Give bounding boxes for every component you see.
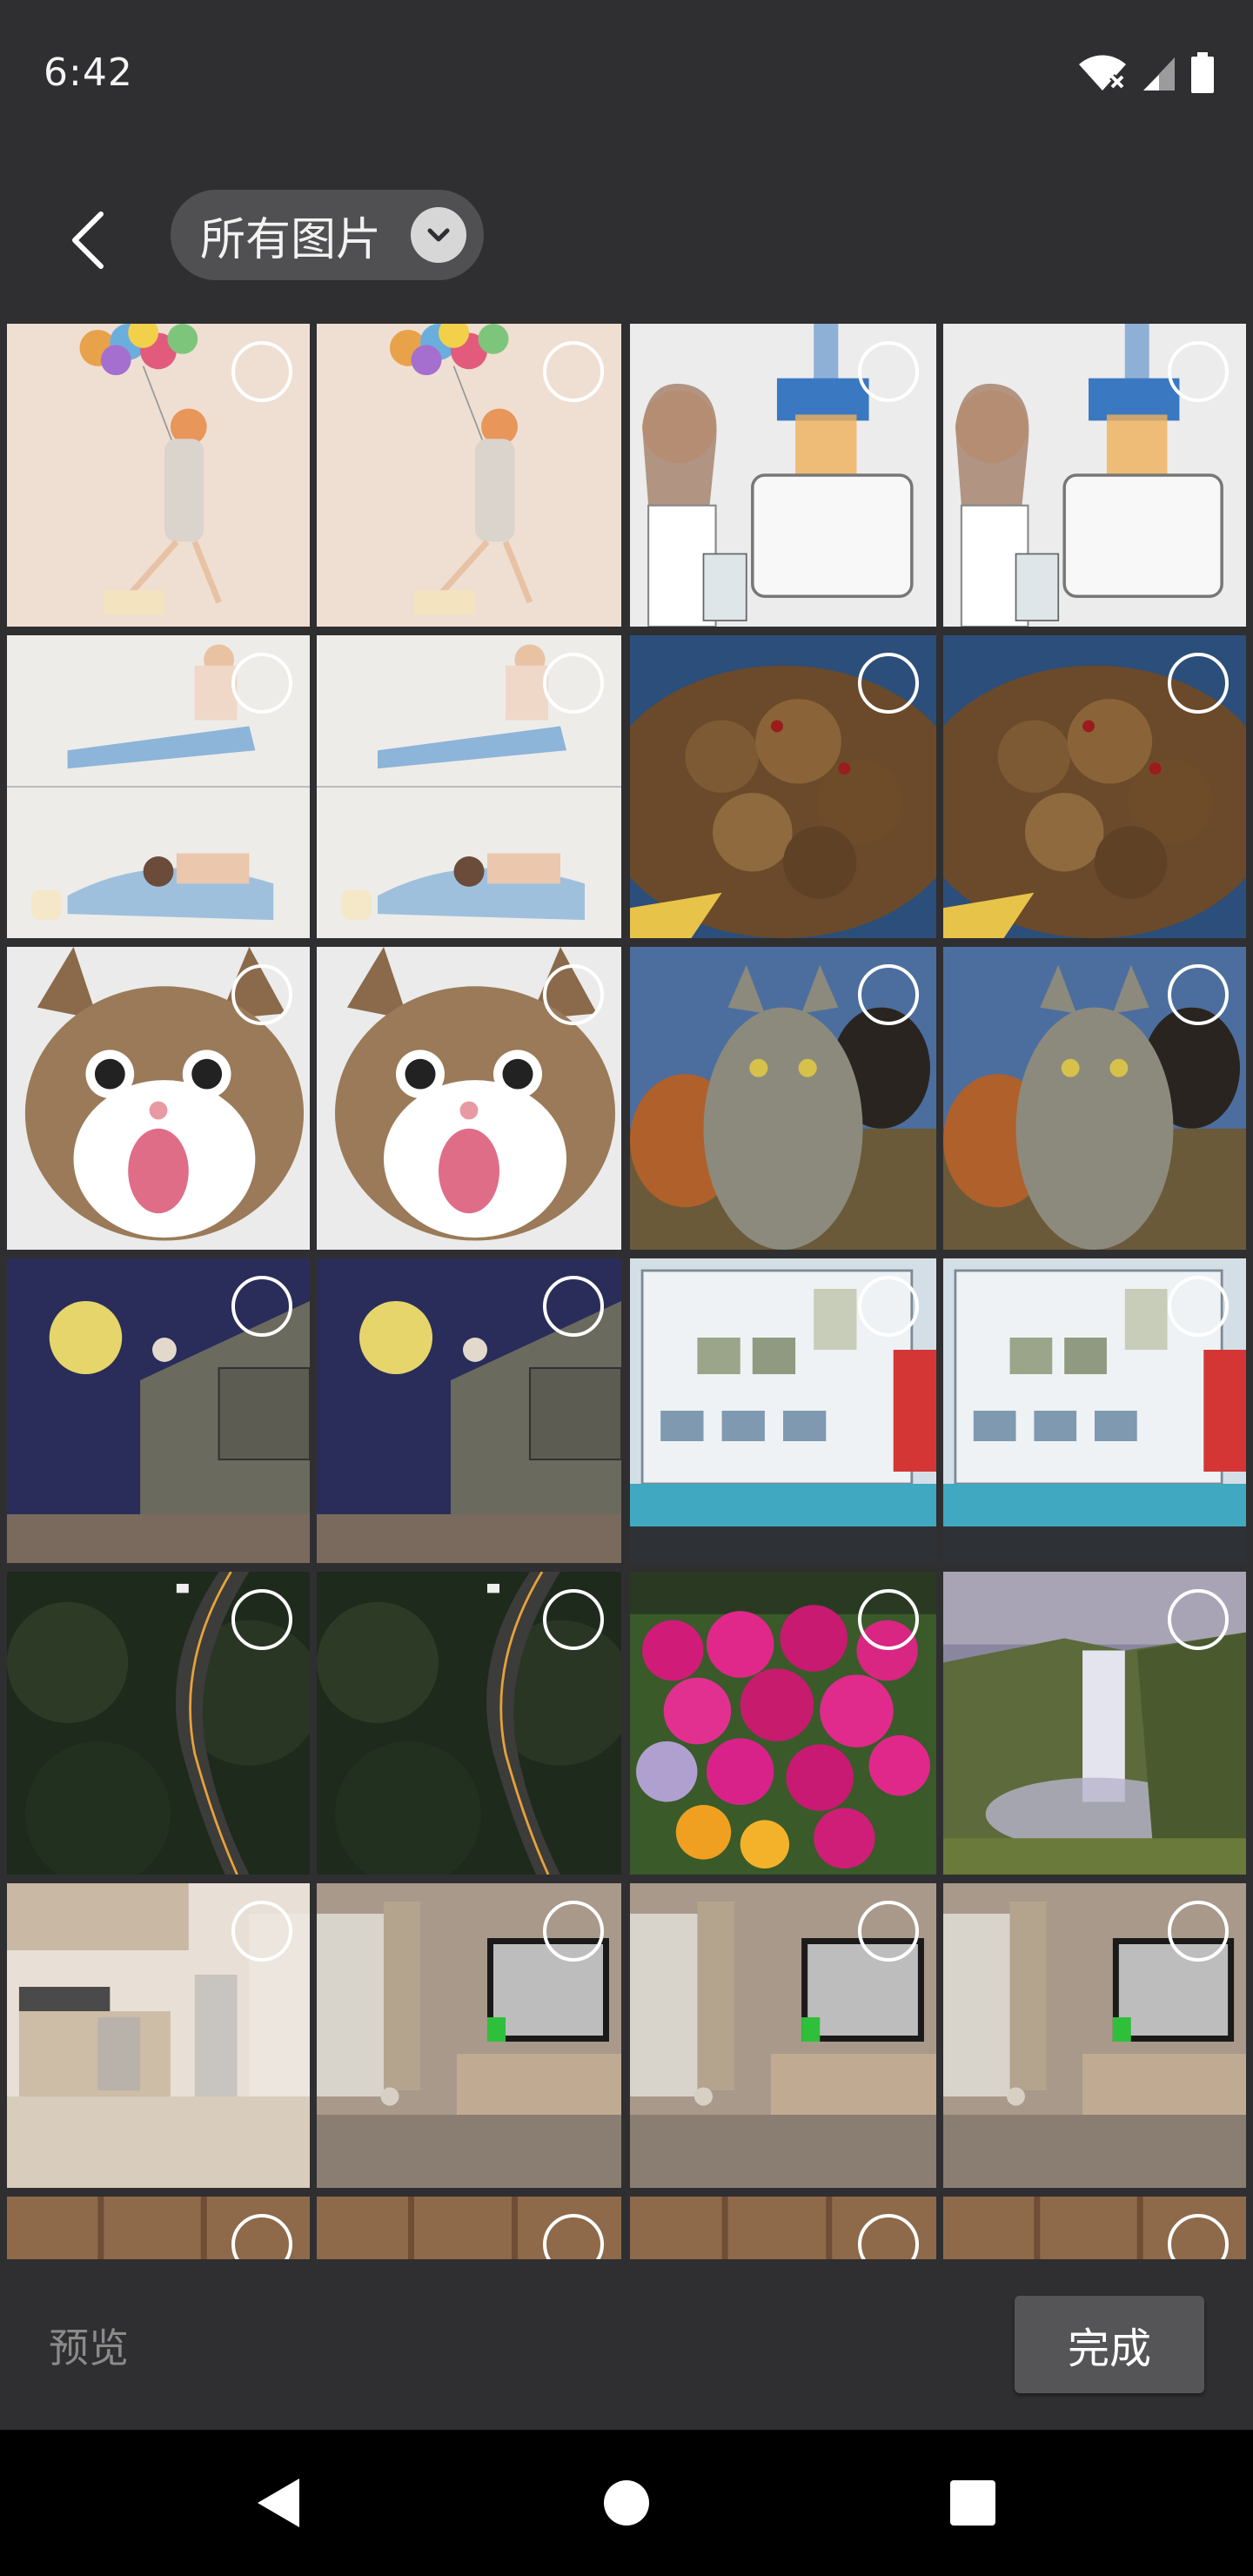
select-checkbox[interactable] — [1168, 1901, 1229, 1962]
photo-thumbnail[interactable] — [7, 324, 310, 627]
bottom-bar: 预览 完成 — [0, 2259, 1253, 2430]
preview-button[interactable]: 预览 — [49, 2317, 129, 2374]
photo-thumbnail[interactable] — [943, 635, 1246, 938]
select-checkbox[interactable] — [543, 341, 604, 402]
album-label: 所有图片 — [200, 213, 382, 266]
nav-recents-icon[interactable] — [936, 2466, 1009, 2539]
signal-icon — [1143, 57, 1175, 91]
select-checkbox[interactable] — [231, 341, 292, 402]
chevron-down-icon — [411, 207, 466, 263]
photo-thumbnail[interactable] — [7, 1258, 310, 1563]
select-checkbox[interactable] — [543, 653, 604, 714]
back-arrow-icon — [72, 211, 104, 269]
select-checkbox[interactable] — [231, 653, 292, 714]
select-checkbox[interactable] — [543, 1589, 604, 1650]
select-checkbox[interactable] — [858, 341, 919, 402]
photo-thumbnail[interactable] — [317, 635, 621, 938]
select-checkbox[interactable] — [1168, 1276, 1229, 1337]
photo-thumbnail[interactable] — [630, 635, 936, 938]
photo-thumbnail[interactable] — [317, 2197, 621, 2259]
photo-thumbnail[interactable] — [317, 1883, 621, 2188]
photo-thumbnail[interactable] — [317, 947, 621, 1250]
select-checkbox[interactable] — [858, 1589, 919, 1650]
select-checkbox[interactable] — [858, 964, 919, 1025]
photo-thumbnail[interactable] — [943, 324, 1246, 627]
photo-thumbnail[interactable] — [7, 1572, 310, 1875]
photo-thumbnail[interactable] — [943, 1883, 1246, 2188]
select-checkbox[interactable] — [1168, 1589, 1229, 1650]
photo-thumbnail[interactable] — [630, 324, 936, 627]
select-checkbox[interactable] — [1168, 341, 1229, 402]
photo-thumbnail[interactable] — [943, 1572, 1246, 1875]
photo-thumbnail[interactable] — [630, 1883, 936, 2188]
done-button[interactable]: 完成 — [1015, 2296, 1204, 2393]
photo-thumbnail[interactable] — [7, 2197, 310, 2259]
photo-thumbnail[interactable] — [630, 1258, 936, 1563]
nav-back-icon[interactable] — [242, 2466, 315, 2539]
top-bar: 所有图片 — [0, 153, 1253, 319]
photo-thumbnail[interactable] — [943, 1258, 1246, 1563]
photo-thumbnail[interactable] — [630, 1572, 936, 1875]
wifi-off-icon — [1079, 55, 1126, 91]
navigation-bar — [0, 2430, 1253, 2576]
status-time: 6:42 — [44, 50, 133, 95]
select-checkbox[interactable] — [1168, 964, 1229, 1025]
select-checkbox[interactable] — [543, 964, 604, 1025]
select-checkbox[interactable] — [231, 964, 292, 1025]
photo-thumbnail[interactable] — [317, 324, 621, 627]
select-checkbox[interactable] — [231, 1276, 292, 1337]
photo-thumbnail[interactable] — [317, 1258, 621, 1563]
nav-home-icon[interactable] — [590, 2466, 663, 2539]
photo-thumbnail[interactable] — [7, 947, 310, 1250]
select-checkbox[interactable] — [231, 1901, 292, 1962]
photo-thumbnail[interactable] — [630, 2197, 936, 2259]
select-checkbox[interactable] — [231, 1589, 292, 1650]
album-selector[interactable]: 所有图片 — [171, 190, 484, 280]
status-icons — [1077, 52, 1215, 94]
select-checkbox[interactable] — [858, 1276, 919, 1337]
select-checkbox[interactable] — [543, 1901, 604, 1962]
photo-thumbnail[interactable] — [7, 635, 310, 938]
photo-thumbnail[interactable] — [7, 1883, 310, 2188]
status-bar: 6:42 — [0, 0, 1253, 153]
select-checkbox[interactable] — [1168, 653, 1229, 714]
select-checkbox[interactable] — [858, 653, 919, 714]
battery-icon — [1191, 52, 1214, 93]
back-button[interactable] — [59, 205, 129, 275]
select-checkbox[interactable] — [858, 1901, 919, 1962]
photo-thumbnail[interactable] — [317, 1572, 621, 1875]
photo-thumbnail[interactable] — [943, 2197, 1246, 2259]
photo-thumbnail[interactable] — [943, 947, 1246, 1250]
photo-grid — [0, 319, 1253, 2259]
photo-thumbnail[interactable] — [630, 947, 936, 1250]
select-checkbox[interactable] — [543, 1276, 604, 1337]
